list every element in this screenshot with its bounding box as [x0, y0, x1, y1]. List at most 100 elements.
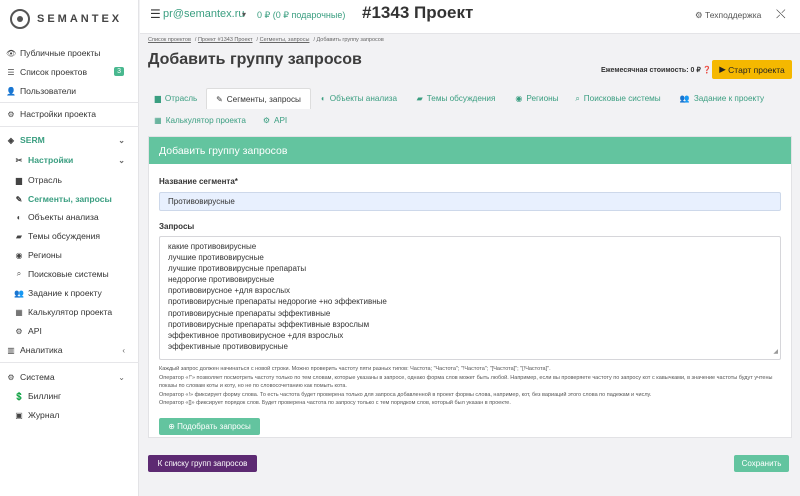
sidebar-item-segments[interactable]: ✎ Сегменты, запросы: [0, 190, 139, 208]
sidebar-item-public-projects[interactable]: 👁 Публичные проекты: [0, 44, 139, 62]
sidebar-item-search-engines[interactable]: ⌕ Поисковые системы: [0, 265, 139, 283]
back-to-groups-button[interactable]: К списку групп запросов: [148, 455, 257, 472]
tab-industry[interactable]: ▆ Отрасль: [148, 88, 204, 109]
pick-queries-button[interactable]: ⊕ Подобрать запросы: [159, 418, 260, 435]
sidebar-item-label: API: [28, 326, 42, 336]
balance[interactable]: 0 ₽ (0 ₽ подарочные): [257, 10, 345, 21]
tab-api[interactable]: ⚙ API: [260, 110, 290, 131]
sidebar-item-serm[interactable]: ◈ SERM ⌄: [0, 131, 139, 149]
topbar: ☰ pr@semantex.ru ▾ 0 ₽ (0 ₽ подарочные) …: [140, 0, 800, 34]
segment-name-label: Название сегмента*: [159, 177, 238, 186]
sidebar-item-label: Биллинг: [28, 391, 62, 401]
eye-icon: 👁: [6, 48, 17, 58]
breadcrumb-item[interactable]: Сегменты, запросы: [260, 37, 310, 43]
target-icon: ◐: [320, 94, 326, 103]
sidebar-item-project-task[interactable]: 👥 Задание к проекту: [0, 284, 139, 302]
queries-textarea[interactable]: какие противовирусные лучшие противовиру…: [159, 236, 781, 360]
comments-icon: ▰: [15, 231, 23, 241]
resize-handle-icon[interactable]: ◢: [773, 347, 778, 358]
sidebar-item-project-list[interactable]: ☰ Список проектов 3: [0, 63, 139, 81]
tab-search-engines[interactable]: ⌕ Поисковые системы: [572, 88, 664, 109]
tab-project-task[interactable]: 👥 Задание к проекту: [676, 88, 768, 109]
start-project-label: Старт проекта: [728, 64, 785, 75]
segment-name-input[interactable]: Противовирусные: [159, 192, 781, 211]
count-badge: 3: [114, 67, 124, 76]
user-icon: 👤: [6, 86, 16, 96]
sidebar-item-users[interactable]: 👤 Пользователи: [0, 82, 139, 100]
query-line: эффективные противовирусные: [168, 341, 288, 351]
comments-icon: ▰: [416, 94, 423, 103]
sidebar-item-billing[interactable]: 💲 Биллинг: [0, 387, 139, 405]
tab-label: Калькулятор проекта: [165, 116, 246, 125]
sidebar-item-settings[interactable]: ✂ Настройки ⌄: [0, 151, 139, 169]
globe-icon: ◉: [515, 94, 523, 103]
tab-label: Темы обсуждения: [426, 94, 496, 103]
card-title: Добавить группу запросов: [149, 137, 791, 164]
sidebar-item-label: Сегменты, запросы: [28, 194, 112, 204]
chart-icon: ▆: [15, 175, 23, 185]
collapse-icon[interactable]: ⤬: [776, 7, 786, 22]
sidebar-item-api[interactable]: ⚙ API: [0, 322, 139, 340]
question-icon[interactable]: ❓: [703, 67, 712, 74]
help-line: Оператор «[]» фиксирует порядок слов. Бу…: [159, 400, 511, 407]
breadcrumb-item[interactable]: Список проектов: [148, 37, 191, 43]
divider: [0, 126, 139, 127]
query-line: какие противовирусные: [168, 242, 257, 251]
users-icon: 👥: [14, 288, 24, 298]
play-icon: ▶: [719, 64, 729, 74]
form-card: Добавить группу запросов Название сегмен…: [148, 136, 792, 438]
sidebar-item-industry[interactable]: ▆ Отрасль: [0, 171, 139, 189]
gear-icon: ⚙: [7, 109, 15, 119]
tab-label: API: [273, 116, 288, 125]
pencil-icon: ✎: [15, 194, 23, 204]
account-email[interactable]: pr@semantex.ru: [163, 8, 244, 20]
tab-regions[interactable]: ◉ Регионы: [510, 88, 564, 109]
sidebar-item-label: Поисковые системы: [28, 269, 109, 279]
tab-analysis-objects[interactable]: ◐ Объекты анализа: [314, 88, 404, 109]
menu-icon[interactable]: ☰: [150, 7, 161, 21]
chevron-down-icon[interactable]: ▾: [242, 10, 246, 19]
pick-queries-label: Подобрать запросы: [177, 422, 251, 431]
divider: [0, 102, 139, 103]
sidebar-item-journal[interactable]: ▣ Журнал: [0, 406, 139, 424]
breadcrumb-item[interactable]: Проект #1343 Проект: [198, 37, 253, 43]
sidebar-item-label: Настройки проекта: [20, 109, 96, 119]
tools-icon: ✂: [15, 155, 23, 165]
help-line: Оператор «!» фиксирует форму слова. То е…: [159, 391, 652, 398]
page-title: Добавить группу запросов: [148, 51, 362, 68]
sidebar-item-label: Пользователи: [20, 86, 77, 96]
start-project-button[interactable]: ▶ Старт проекта: [712, 60, 792, 79]
logo-icon: [10, 9, 30, 29]
save-button[interactable]: Сохранить: [734, 455, 789, 472]
sidebar-item-calculator[interactable]: ▦ Калькулятор проекта: [0, 303, 139, 321]
tab-topics[interactable]: ▰ Темы обсуждения: [410, 88, 502, 109]
sidebar-item-project-settings[interactable]: ⚙ Настройки проекта: [0, 105, 139, 123]
sidebar-item-label: Задание к проекту: [28, 288, 102, 298]
divider: [0, 362, 139, 363]
sidebar-item-topics[interactable]: ▰ Темы обсуждения: [0, 227, 139, 245]
tab-label: Объекты анализа: [329, 94, 398, 103]
help-text: Каждый запрос должен начинаться с новой …: [159, 365, 785, 408]
breadcrumb: Список проектов / Проект #1343 Проект / Се…: [148, 37, 384, 43]
tab-segments[interactable]: ✎ Сегменты, запросы: [206, 88, 311, 109]
help-line: Каждый запрос должен начинаться с новой …: [159, 366, 551, 372]
sidebar-item-analysis-objects[interactable]: ◐ Объекты анализа: [0, 208, 139, 226]
query-line: противовирусные препараты эффективные: [168, 308, 331, 318]
chart-icon: ▆: [154, 94, 161, 103]
tab-label: Сегменты, запросы: [226, 94, 301, 104]
query-line: противовирусные препараты эффективные вз…: [168, 319, 370, 329]
tab-calculator[interactable]: ▦ Калькулятор проекта: [152, 110, 248, 131]
sidebar-item-label: Темы обсуждения: [28, 231, 101, 241]
project-title: #1343 Проект: [362, 3, 474, 22]
sidebar-item-regions[interactable]: ◉ Регионы: [0, 246, 139, 264]
sidebar-item-analytics[interactable]: ▥ Аналитика ‹: [0, 341, 139, 359]
logo[interactable]: SEMANTEX: [10, 9, 122, 29]
sidebar-item-label: SERM: [20, 135, 45, 145]
gear-icon: ⚙: [7, 372, 15, 382]
sidebar-item-label: Настройки: [28, 155, 74, 165]
support-link[interactable]: ⚙ Техподдержка: [695, 10, 761, 21]
breadcrumb-current: Добавить группу запросов: [316, 37, 384, 43]
help-line: Оператор «!"» позволяет посмотреть часто…: [159, 374, 773, 390]
sidebar-item-system[interactable]: ⚙ Система ⌄: [0, 368, 139, 386]
chevron-down-icon: ⌄: [118, 372, 125, 382]
